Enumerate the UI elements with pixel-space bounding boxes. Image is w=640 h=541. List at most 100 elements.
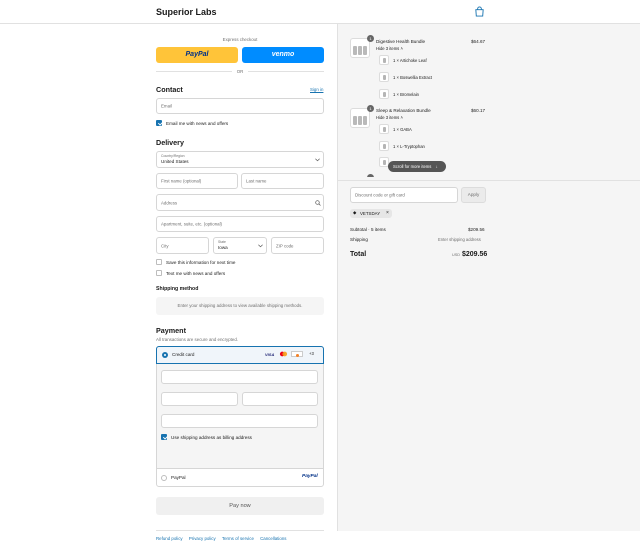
payment-heading: Payment [156, 326, 186, 335]
sub-item: 1 × L-Tryptophan [393, 144, 425, 149]
product-price: $64.67 [471, 39, 486, 44]
mastercard-icon [279, 351, 288, 357]
paypal-logo: PayPal [185, 51, 209, 58]
country-select[interactable]: Country/Region United States [156, 151, 324, 168]
hide-items-label: Hide 3 items [376, 115, 400, 120]
city-field[interactable]: City [156, 237, 209, 254]
country-label: Country/Region [161, 154, 185, 158]
product-image [350, 108, 370, 128]
shopping-bag-icon[interactable] [474, 6, 485, 17]
security-code-field[interactable] [242, 392, 318, 406]
credit-card-label: Credit card [172, 352, 195, 357]
sub-item: 1 × Artichoke Leaf [393, 58, 427, 63]
chevron-down-icon [315, 158, 320, 162]
sub-item-image [379, 141, 389, 151]
remove-discount-icon[interactable]: × [386, 210, 389, 216]
news-checkbox[interactable] [156, 120, 162, 126]
name-on-card-field[interactable] [161, 414, 318, 428]
privacy-policy-link[interactable]: Privacy policy [189, 536, 216, 541]
state-label: State [218, 240, 226, 244]
apartment-field[interactable]: Apartment, suite, etc. (optional) [156, 216, 324, 232]
shipping-method-notice: Enter your shipping address to view avai… [156, 297, 324, 315]
cancellations-link[interactable]: Cancellations [260, 536, 286, 541]
hide-items-label: Hide 3 items [376, 46, 400, 51]
billing-checkbox[interactable] [161, 434, 167, 440]
arrow-down-icon: ↓ [435, 164, 438, 169]
news-checkbox-label: Email me with news and offers [166, 121, 229, 126]
quantity-badge: 1 [367, 35, 374, 42]
product-price: $60.17 [471, 108, 486, 113]
sub-item: 1 × Boswellia Extract [393, 75, 432, 80]
sub-item: 1 × GABA [393, 127, 412, 132]
email-placeholder: Email [161, 103, 172, 109]
quantity-badge: 1 [367, 105, 374, 112]
scroll-for-more-button[interactable]: Scroll for more items ↓ [388, 161, 446, 172]
zip-placeholder: ZIP code [276, 243, 294, 248]
hide-items-toggle[interactable]: Hide 3 items ˄ [376, 46, 403, 51]
contact-heading: Contact [156, 85, 183, 94]
chevron-down-icon [258, 244, 263, 248]
pay-now-button[interactable]: Pay now [156, 497, 324, 515]
discount-code-field[interactable]: Discount code or gift card [350, 187, 458, 203]
terms-of-service-link[interactable]: Terms of service [222, 536, 254, 541]
credit-card-radio[interactable] [162, 352, 168, 358]
order-summary: 1 Digestive Health Bundle $64.67 Hide 3 … [337, 24, 640, 531]
discount-code: VETSDAY [360, 211, 381, 216]
last-name-field[interactable]: Last name [241, 173, 324, 189]
search-icon [315, 200, 321, 206]
total-value: $209.56 [462, 251, 488, 258]
zip-field[interactable]: ZIP code [271, 237, 324, 254]
divider [338, 180, 640, 181]
product-image [350, 38, 370, 58]
product-name: Digestive Health Bundle [376, 39, 426, 44]
hide-items-toggle[interactable]: Hide 3 items ˄ [376, 115, 403, 120]
discount-placeholder: Discount code or gift card [355, 192, 405, 198]
state-select[interactable]: State Iowa [213, 237, 267, 254]
apply-button[interactable]: Apply [461, 187, 486, 203]
discount-tag: ◆ VETSDAY × [350, 209, 392, 218]
address-field[interactable]: Address [156, 194, 324, 211]
email-field[interactable]: Email [156, 98, 324, 114]
paypal-radio[interactable] [161, 475, 167, 481]
address-placeholder: Address [161, 200, 178, 205]
text-news-checkbox[interactable] [156, 270, 162, 276]
sign-in-link[interactable]: Sign in [310, 87, 323, 92]
card-number-field[interactable] [161, 370, 318, 384]
visa-icon: VISA [265, 352, 275, 357]
sub-item: 1 × Bromelain [393, 92, 419, 97]
footer-links: Refund policy Privacy policy Terms of se… [156, 536, 286, 541]
chevron-up-icon: ˄ [400, 115, 403, 120]
sub-item-image [379, 89, 389, 99]
apartment-placeholder: Apartment, suite, etc. (optional) [161, 221, 223, 227]
pay-now-label: Pay now [229, 503, 251, 509]
brand-name[interactable]: Superior Labs [156, 7, 217, 17]
state-value: Iowa [218, 245, 228, 250]
credit-card-option[interactable]: Credit card VISA +3 [156, 346, 324, 364]
shipping-method-note: Enter your shipping address to view avai… [177, 303, 303, 308]
paypal-option-label: PayPal [171, 475, 186, 480]
save-info-checkbox[interactable] [156, 259, 162, 265]
subtotal-label: Subtotal · 5 items [350, 227, 386, 232]
sub-item-image [379, 124, 389, 134]
first-name-placeholder: First name (optional) [161, 178, 202, 184]
refund-policy-link[interactable]: Refund policy [156, 536, 183, 541]
paypal-button[interactable]: PayPal [156, 47, 238, 63]
last-name-placeholder: Last name [246, 178, 267, 184]
more-cards-badge: +3 [309, 351, 314, 356]
sub-item-image [379, 72, 389, 82]
paypal-logo: PayPal [302, 474, 318, 479]
venmo-button[interactable]: venmo [242, 47, 324, 63]
express-checkout-title: Express checkout [222, 37, 258, 42]
discover-icon [291, 351, 303, 357]
expiration-field[interactable] [161, 392, 238, 406]
delivery-heading: Delivery [156, 138, 184, 147]
payment-secure-note: All transactions are secure and encrypte… [156, 337, 239, 342]
scroll-hint-label: Scroll for more items [393, 164, 432, 169]
tag-icon: ◆ [353, 210, 357, 215]
checkout-form: Express checkout PayPal venmo OR Contact… [0, 24, 337, 541]
shipping-label: Shipping [350, 237, 368, 242]
first-name-field[interactable]: First name (optional) [156, 173, 238, 189]
paypal-option[interactable]: PayPal PayPal [156, 469, 324, 487]
product-name: Sleep & Relaxation Bundle [376, 108, 431, 113]
chevron-up-icon: ˄ [400, 46, 403, 51]
